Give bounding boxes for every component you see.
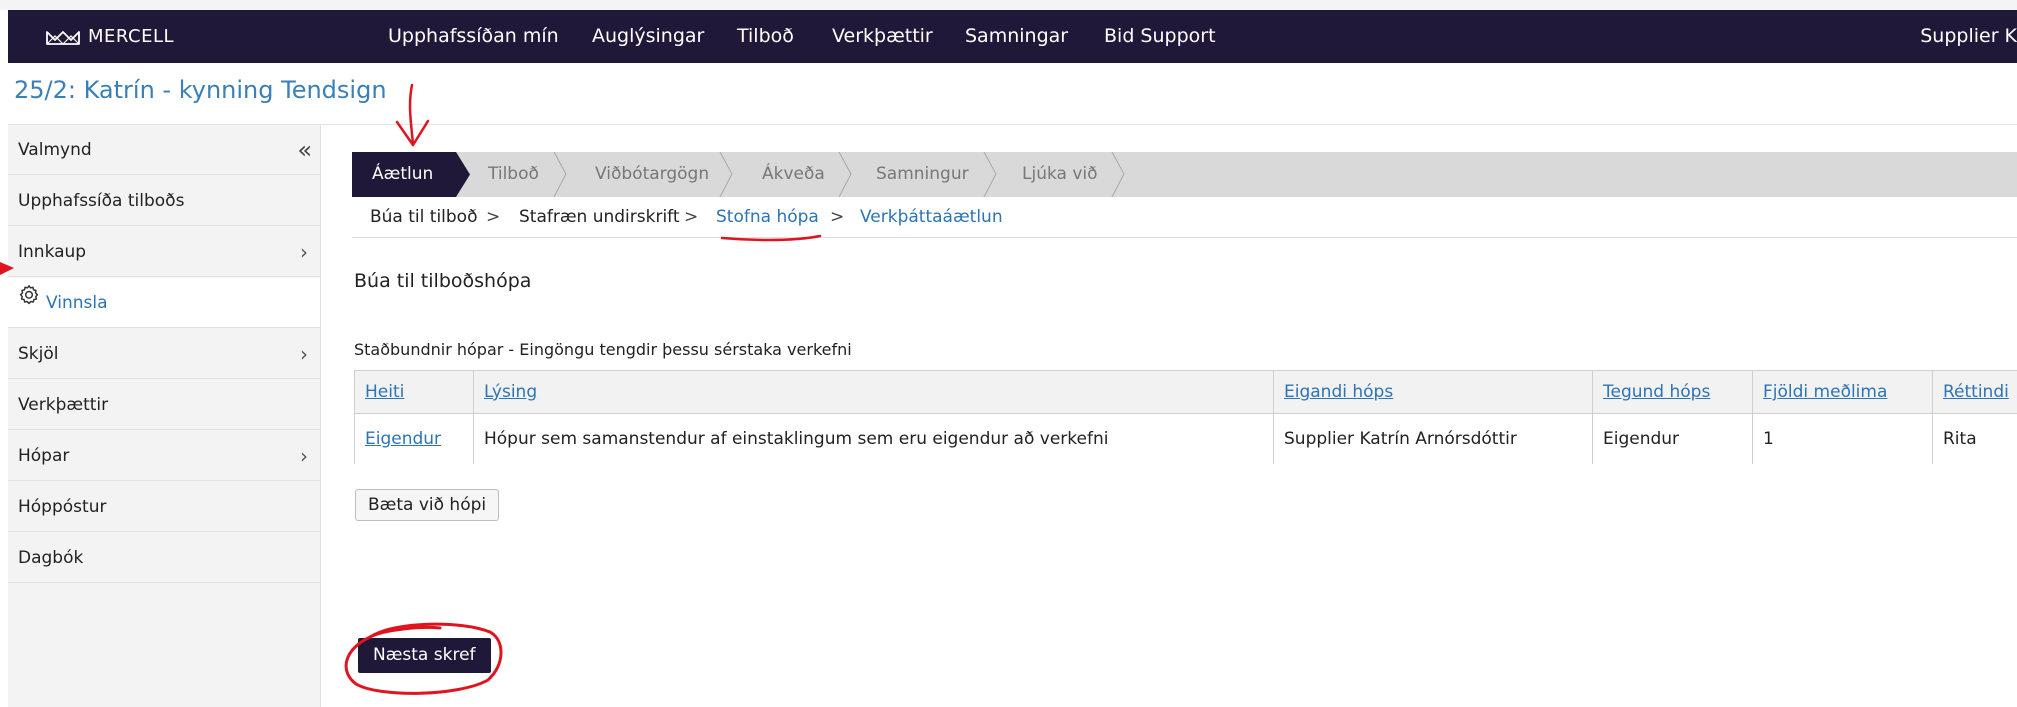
sidebar-item-upphafssida-tilbods[interactable]: Upphafssíða tilboðs xyxy=(8,176,320,226)
group-owner: Supplier Katrín Arnórsdóttir xyxy=(1273,414,1592,464)
step-samningur[interactable]: Samningur xyxy=(876,152,969,197)
sidebar-item-hopar[interactable]: Hópar › xyxy=(8,431,320,481)
table-header-row: Heiti Lýsing Eigandi hóps Tegund hóps Fj… xyxy=(355,371,2017,414)
breadcrumb-verkthattaaaetlun[interactable]: Verkþáttaáætlun xyxy=(860,197,1003,237)
step-akveda[interactable]: Ákveða xyxy=(762,152,825,197)
chevron-right-icon: › xyxy=(300,342,308,366)
collapse-sidebar-icon[interactable]: « xyxy=(297,125,312,175)
sidebar-item-vinnsla[interactable]: Vinnsla xyxy=(8,278,320,328)
sidebar-item-label: Hópar xyxy=(18,446,70,466)
step-separator-icon xyxy=(553,152,567,197)
sidebar-item-dagbok[interactable]: Dagbók xyxy=(8,533,320,583)
group-member-count: 1 xyxy=(1752,414,1932,464)
column-header-fjoldi-medlima[interactable]: Fjöldi meðlima xyxy=(1752,371,1932,413)
nav-verkthaettir[interactable]: Verkþættir xyxy=(832,10,933,63)
group-name-link[interactable]: Eigendur xyxy=(355,414,473,464)
column-header-eigandi-hops[interactable]: Eigandi hóps xyxy=(1273,371,1592,413)
gear-icon xyxy=(18,276,40,326)
sidebar-item-label: Innkaup xyxy=(18,242,87,262)
column-header-tegund-hops[interactable]: Tegund hóps xyxy=(1592,371,1752,413)
sidebar-item-label: Verkþættir xyxy=(18,395,109,415)
sidebar-item-valmynd: Valmynd « xyxy=(8,125,320,175)
group-type: Eigendur xyxy=(1592,414,1752,464)
nav-samningar[interactable]: Samningar xyxy=(965,10,1068,63)
sidebar: Valmynd « Upphafssíða tilboðs Innkaup › … xyxy=(8,125,321,707)
group-description: Hópur sem samanstendur af einstaklingum … xyxy=(473,414,1273,464)
breadcrumb-bua-til-tilbod[interactable]: Búa til tilboð xyxy=(370,197,477,237)
column-header-lysing[interactable]: Lýsing xyxy=(473,371,1273,413)
step-separator-icon xyxy=(1111,152,1125,197)
page-title: 25/2: Katrín - kynning Tendsign xyxy=(14,76,387,104)
nav-auglysingar[interactable]: Auglýsingar xyxy=(592,10,704,63)
sidebar-item-verkthaettir[interactable]: Verkþættir xyxy=(8,380,320,430)
brand-name: MERCELL xyxy=(88,26,175,47)
brand-logo[interactable]: MERCELL xyxy=(46,10,174,63)
nav-tilbod[interactable]: Tilboð xyxy=(737,10,794,63)
groups-table: Heiti Lýsing Eigandi hóps Tegund hóps Fj… xyxy=(354,370,2017,464)
sidebar-item-hopppostur[interactable]: Hóppóstur xyxy=(8,482,320,532)
table-row: Eigendur Hópur sem samanstendur af einst… xyxy=(355,414,2017,464)
sidebar-item-label: Hóppóstur xyxy=(18,497,107,517)
group-permissions: Rita xyxy=(1932,414,2017,464)
chevron-right-icon: › xyxy=(300,444,308,468)
add-group-button[interactable]: Bæta við hópi xyxy=(355,489,500,521)
process-steps: Áætlun Tilboð Viðbótargögn Ákveða Samnin… xyxy=(352,152,2017,197)
window-top-strip xyxy=(0,0,2017,10)
sidebar-item-label: Upphafssíða tilboðs xyxy=(18,191,185,211)
step-aaetlun[interactable]: Áætlun xyxy=(352,152,470,197)
nav-bid-support[interactable]: Bid Support xyxy=(1104,10,1216,63)
step-separator-icon xyxy=(719,152,733,197)
column-header-heiti[interactable]: Heiti xyxy=(355,371,473,413)
step-tilbod[interactable]: Tilboð xyxy=(488,152,539,197)
step-ljuka-vid[interactable]: Ljúka við xyxy=(1022,152,1098,197)
chevron-right-icon: › xyxy=(300,240,308,264)
annotation-arrow-down xyxy=(408,83,415,146)
sidebar-item-skjol[interactable]: Skjöl › xyxy=(8,329,320,379)
table-caption: Staðbundnir hópar - Eingöngu tengdir þes… xyxy=(354,340,852,359)
breadcrumb-stafraen-undirskrift[interactable]: Stafræn undirskrift xyxy=(519,197,680,237)
breadcrumb-stofna-hopa[interactable]: Stofna hópa xyxy=(716,197,819,237)
section-title: Búa til tilboðshópa xyxy=(354,270,532,292)
breadcrumb-chevron-icon: > xyxy=(684,207,699,227)
nav-upphafssidan[interactable]: Upphafssíðan mín xyxy=(388,10,559,63)
column-header-rettindi[interactable]: Réttindi xyxy=(1932,371,2017,413)
breadcrumb-chevron-icon: > xyxy=(486,207,501,227)
step-separator-icon xyxy=(983,152,997,197)
next-step-button[interactable]: Næsta skref xyxy=(358,638,491,673)
step-separator-icon xyxy=(838,152,852,197)
sidebar-item-label: Skjöl xyxy=(18,344,59,364)
sidebar-item-label: Dagbók xyxy=(18,548,84,568)
mercell-logo-icon xyxy=(46,28,80,46)
top-navbar: MERCELL Upphafssíðan mín Auglýsingar Til… xyxy=(8,10,2017,63)
sidebar-item-innkaup[interactable]: Innkaup › xyxy=(8,227,320,277)
breadcrumb-chevron-icon: > xyxy=(830,207,845,227)
step-vidbotargogn[interactable]: Viðbótargögn xyxy=(595,152,709,197)
sidebar-item-label: Valmynd xyxy=(18,140,92,160)
sidebar-item-label: Vinnsla xyxy=(46,293,108,313)
user-menu[interactable]: Supplier K xyxy=(1920,10,2017,63)
breadcrumb: Búa til tilboð > Stafræn undirskrift > S… xyxy=(352,197,2017,238)
